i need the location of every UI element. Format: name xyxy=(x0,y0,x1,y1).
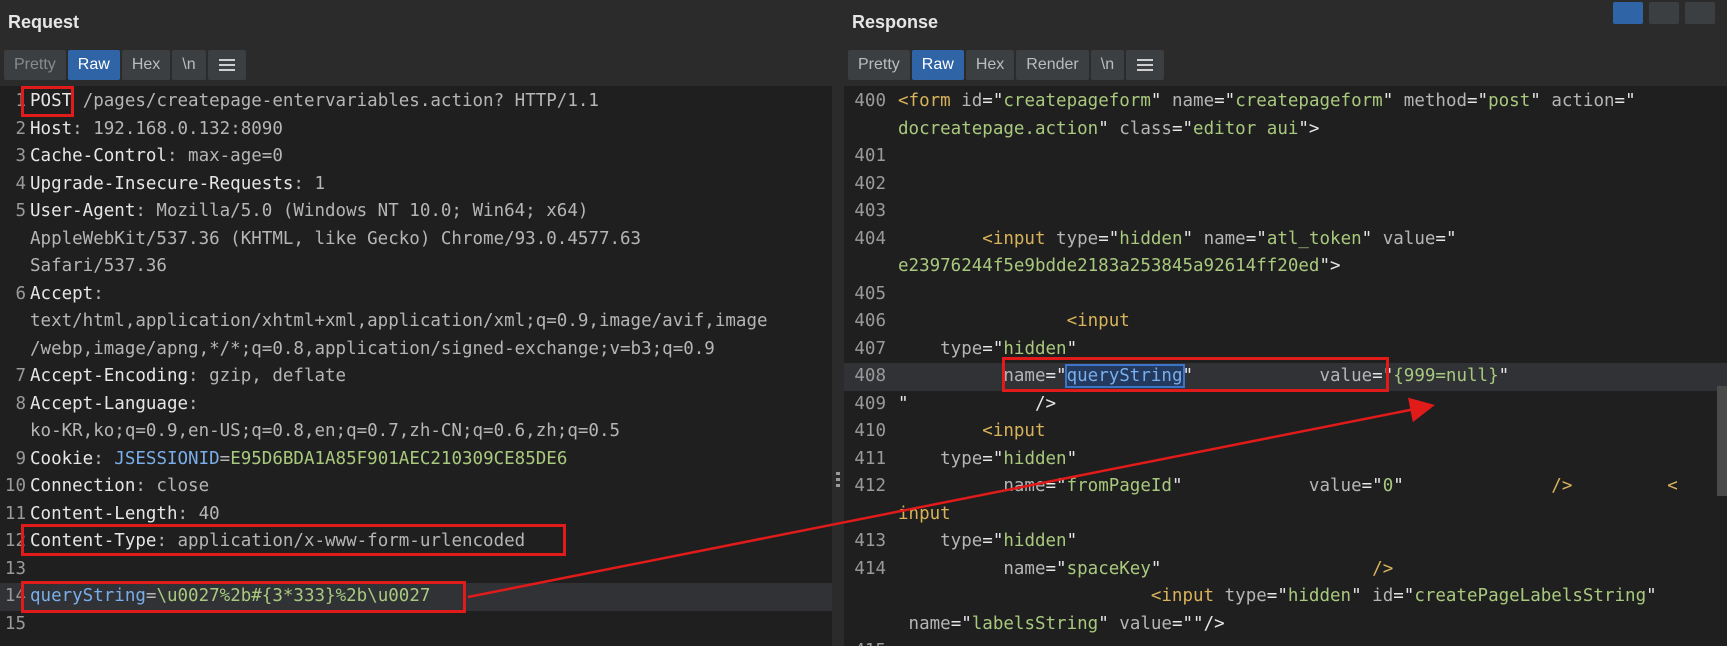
response-line: 406 <input xyxy=(854,311,1130,331)
single-pane-icon[interactable] xyxy=(1685,2,1715,24)
request-tab-hex[interactable]: Hex xyxy=(121,50,171,80)
split-horizontal-icon[interactable] xyxy=(1613,2,1643,24)
request-line: 13 xyxy=(4,558,26,579)
response-line: e23976244f5e9bdde2183a253845a92614ff20ed… xyxy=(898,256,1341,276)
request-line: 5 User-Agent: Mozilla/5.0 (Windows NT 10.… xyxy=(15,201,589,221)
response-line: 407 type="hidden" xyxy=(854,338,1078,359)
response-line: input xyxy=(898,503,951,524)
response-tab-raw[interactable]: Raw xyxy=(911,50,964,80)
response-line: docreatepage.action" class="editor aui"> xyxy=(898,118,1320,139)
request-editor[interactable]: 1 POST /pages/createpage-entervariables.a… xyxy=(0,86,832,646)
request-line: ko-KR,ko;q=0.9,en-US;q=0.8,en;q=0.7,zh-C… xyxy=(30,421,621,441)
drag-handle-icon xyxy=(836,472,840,488)
response-line: 414 name="spaceKey" /> xyxy=(854,558,1394,579)
split-vertical-icon[interactable] xyxy=(1649,2,1679,24)
response-line: 415 xyxy=(844,638,1727,646)
layout-buttons xyxy=(1613,2,1715,24)
response-line: 401 xyxy=(854,146,886,166)
request-line: Safari/537.36 xyxy=(30,256,167,276)
response-line: 409 " /> xyxy=(854,393,1057,414)
response-line: <input type="hidden" id="createPageLabel… xyxy=(898,586,1657,606)
request-line: 15 xyxy=(4,613,26,634)
request-body-line: 14 queryString=\u0027%2b#{3*333}%2b\u0027 xyxy=(0,583,832,611)
hamburger-icon xyxy=(218,63,235,66)
response-title: Response xyxy=(852,12,939,32)
response-editor[interactable]: 400 <form id="createpageform" name="creat… xyxy=(844,86,1727,646)
response-tab-pretty[interactable]: Pretty xyxy=(848,50,910,80)
hamburger-icon xyxy=(1137,63,1154,66)
request-line: 7 Accept-Encoding: gzip, deflate xyxy=(15,366,347,386)
response-pane: Response Pretty Raw Hex Render \n 400 <fo… xyxy=(844,0,1727,646)
selected-match: queryString xyxy=(1064,364,1185,388)
request-title: Request xyxy=(8,12,80,32)
request-line: 6 Accept: xyxy=(15,283,104,304)
response-line: 402 xyxy=(854,173,886,194)
request-tab-pretty[interactable]: Pretty xyxy=(4,50,66,80)
response-line: 413 type="hidden" xyxy=(854,531,1078,551)
response-querystring-line: 408 name="queryString" value="{999=null}… xyxy=(844,363,1727,391)
response-line: 403 xyxy=(854,201,886,221)
request-line: 3 Cache-Control: max-age=0 xyxy=(15,146,283,166)
response-scrollbar[interactable] xyxy=(1717,386,1727,496)
response-tab-newline[interactable]: \n xyxy=(1090,50,1125,80)
response-line: 400 <form id="createpageform" name="creat… xyxy=(854,91,1636,111)
response-tab-render[interactable]: Render xyxy=(1016,50,1089,80)
request-pane: Request Pretty Raw Hex \n 1 POST /pages/c… xyxy=(0,0,832,646)
request-line: 11 Content-Length: 40 xyxy=(4,503,220,524)
response-tab-hex[interactable]: Hex xyxy=(965,50,1015,80)
response-line: 410 <input xyxy=(854,421,1046,441)
response-line: 404 <input type="hidden" name="atl_token… xyxy=(854,228,1457,249)
response-line: name="labelsString" value=""/> xyxy=(898,613,1225,634)
request-line: text/html,application/xhtml+xml,applicat… xyxy=(30,311,768,331)
response-menu-button[interactable] xyxy=(1126,50,1165,80)
request-line: 10 Connection: close xyxy=(4,476,210,496)
response-toolbar: Pretty Raw Hex Render \n xyxy=(848,50,1165,80)
pane-splitter[interactable] xyxy=(832,0,844,646)
response-line: 405 xyxy=(854,283,886,304)
request-tab-newline[interactable]: \n xyxy=(172,50,206,80)
request-toolbar: Pretty Raw Hex \n xyxy=(4,50,246,80)
request-line: 1 POST /pages/createpage-entervariables.a… xyxy=(15,91,599,111)
request-tab-raw[interactable]: Raw xyxy=(67,50,120,80)
request-line: 2 Host: 192.168.0.132:8090 xyxy=(15,118,283,139)
request-line: /webp,image/apng,*/*;q=0.8,application/s… xyxy=(30,338,715,359)
request-line: 4 Upgrade-Insecure-Requests: 1 xyxy=(15,173,326,194)
request-line: 8 Accept-Language: xyxy=(15,393,199,414)
request-line: 9 Cookie: JSESSIONID=E95D6BDA1A85F901AEC2… xyxy=(15,448,568,469)
request-line: 12 Content-Type: application/x-www-form-u… xyxy=(4,531,526,551)
response-line: 412 name="fromPageId" value="0" /> < xyxy=(854,476,1678,496)
request-menu-button[interactable] xyxy=(207,50,246,80)
response-line: 411 type="hidden" xyxy=(854,448,1078,469)
request-line: AppleWebKit/537.36 (KHTML, like Gecko) C… xyxy=(30,228,642,249)
